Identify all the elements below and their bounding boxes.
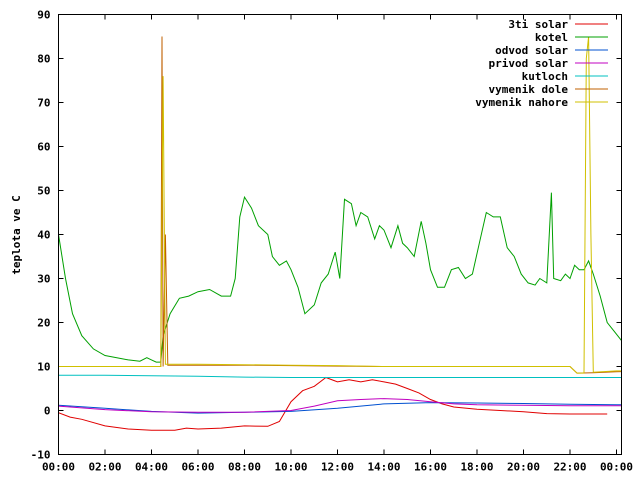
- y-tick-label: -10: [31, 449, 51, 462]
- series-line: [59, 171, 640, 362]
- x-tick-label: 22:00: [553, 461, 586, 474]
- x-tick-label: 20:00: [507, 461, 540, 474]
- legend-label: vymenik nahore: [475, 96, 568, 109]
- y-tick-label: 60: [37, 141, 50, 154]
- x-tick-label: 08:00: [228, 461, 261, 474]
- y-tick-label: 0: [44, 405, 51, 418]
- legend-label: vymenik dole: [489, 83, 569, 96]
- legend-label: kotel: [535, 31, 568, 44]
- y-axis-label: teplota ve C: [10, 195, 23, 274]
- y-tick-label: 80: [37, 53, 50, 66]
- x-tick-label: 16:00: [414, 461, 447, 474]
- legend-label: odvod solar: [495, 44, 568, 57]
- x-tick-label: 00:00: [600, 461, 633, 474]
- x-tick-label: 06:00: [181, 461, 214, 474]
- x-tick-labels: 00:00 02:00 04:00 06:00 08:00 10:00 12:00 14:00…: [42, 461, 633, 474]
- y-tick-label: 10: [37, 361, 50, 374]
- series-line: [59, 399, 640, 413]
- x-tick-label: 10:00: [274, 461, 307, 474]
- x-tick-label: 02:00: [88, 461, 121, 474]
- x-tick-label: 14:00: [367, 461, 400, 474]
- y-tick-labels: -10 0 10 20 30 40 50 60 70 80 90: [31, 9, 51, 462]
- chart: 00:00 02:00 04:00 06:00 08:00 10:00 12:00 14:00…: [0, 0, 640, 480]
- line-chart: 00:00 02:00 04:00 06:00 08:00 10:00 12:00 14:00…: [0, 0, 640, 480]
- y-tick-label: 40: [37, 229, 50, 242]
- x-tick-label: 00:00: [42, 461, 75, 474]
- x-tick-label: 04:00: [135, 461, 168, 474]
- x-tick-label: 18:00: [460, 461, 493, 474]
- legend-label: kutloch: [522, 70, 568, 83]
- legend-label: privod solar: [489, 57, 569, 70]
- y-tick-label: 70: [37, 97, 50, 110]
- y-tick-label: 90: [37, 9, 50, 22]
- y-tick-label: 20: [37, 317, 50, 330]
- series-line: [59, 375, 640, 377]
- legend: 3ti solarkotelodvod solarprivod solarkut…: [475, 18, 608, 109]
- legend-label: 3ti solar: [508, 18, 568, 31]
- x-tick-label: 12:00: [321, 461, 354, 474]
- y-tick-label: 50: [37, 185, 50, 198]
- y-tick-label: 30: [37, 273, 50, 286]
